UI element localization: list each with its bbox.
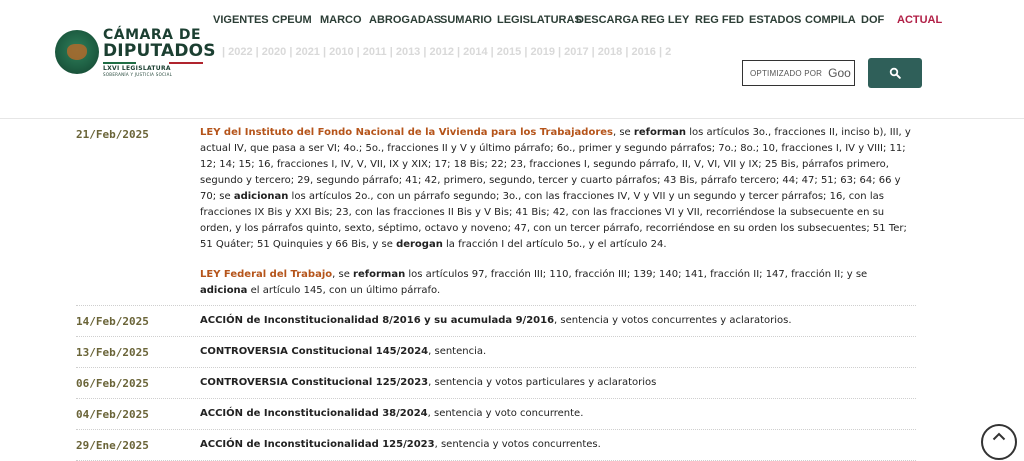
- search-icon: [889, 67, 901, 79]
- entry-title-link[interactable]: ACCIÓN de Inconstitucionalidad 8/2016 y …: [200, 315, 554, 326]
- nav-abrogadas[interactable]: ABROGADAS: [369, 14, 441, 26]
- nav-compila[interactable]: COMPILA: [805, 14, 856, 26]
- keyword-adiciona: adiciona: [200, 285, 248, 296]
- nav-reg-fed[interactable]: REG FED: [695, 14, 744, 26]
- law-link[interactable]: LEY del Instituto del Fondo Nacional de …: [200, 127, 613, 138]
- flag-stripe: [103, 61, 203, 64]
- keyword-reforman: reforman: [633, 127, 687, 138]
- nav-descarga[interactable]: DESCARGA: [576, 14, 639, 26]
- entry-date: 06/Feb/2025: [76, 376, 149, 390]
- nav-legislaturas[interactable]: LEGISLATURAS: [497, 14, 582, 26]
- text-run: la fracción I del artículo 5o., y el art…: [442, 239, 667, 250]
- entry-title-link[interactable]: CONTROVERSIA Constitucional 125/2023: [200, 377, 428, 388]
- entry-description: ACCIÓN de Inconstitucionalidad 38/2024, …: [200, 407, 916, 421]
- text-run: , sentencia y votos particulares y aclar…: [428, 377, 657, 388]
- nav-estados[interactable]: ESTADOS: [749, 14, 801, 26]
- keyword-adicionan: adicionan: [233, 191, 289, 202]
- entry-title-link[interactable]: CONTROVERSIA Constitucional 145/2024: [200, 346, 428, 357]
- list-item: 06/Feb/2025 CONTROVERSIA Constitucional …: [76, 368, 916, 399]
- chevron-up-icon: [992, 432, 1006, 441]
- top-nav: VIGENTES CPEUM MARCO ABROGADAS SUMARIO L…: [200, 14, 942, 28]
- text-run: el artículo 145, con un último párrafo.: [247, 285, 441, 296]
- list-item: 29/Ene/2025 ACCIÓN de Inconstitucionalid…: [76, 430, 916, 461]
- search-button[interactable]: [868, 58, 922, 88]
- entry-date: 21/Feb/2025: [76, 128, 149, 141]
- entry-paragraph-1: LEY del Instituto del Fondo Nacional de …: [200, 125, 916, 253]
- years-strip: | 2022 | 2020 | 2021 | 2010 | 2011 | 201…: [222, 46, 672, 58]
- logo-text: CÁMARA DE DIPUTADOS LXVI LEGISLATURA SOB…: [103, 28, 216, 77]
- keyword-derogan: derogan: [396, 239, 443, 250]
- list-item: 14/Feb/2025 ACCIÓN de Inconstitucionalid…: [76, 306, 916, 337]
- keyword-reforman: reforman: [353, 269, 406, 280]
- text-run: , sentencia.: [428, 346, 487, 357]
- text-run: , se: [332, 269, 354, 280]
- updates-list: 21/Feb/2025 LEY del Instituto del Fondo …: [76, 122, 916, 461]
- list-item: 13/Feb/2025 CONTROVERSIA Constitucional …: [76, 337, 916, 368]
- camara-diputados-logo[interactable]: CÁMARA DE DIPUTADOS LXVI LEGISLATURA SOB…: [55, 28, 216, 77]
- text-run: los artículos 97, fracción III; 110, fra…: [405, 269, 868, 280]
- entry-title-link[interactable]: ACCIÓN de Inconstitucionalidad 125/2023: [200, 439, 435, 450]
- site-header: CÁMARA DE DIPUTADOS LXVI LEGISLATURA SOB…: [0, 0, 1024, 119]
- entry-date: 04/Feb/2025: [76, 407, 149, 421]
- text-run: , sentencia y voto concurrente.: [427, 408, 584, 419]
- logo-line-3: LXVI LEGISLATURA: [103, 64, 171, 72]
- national-seal-icon: [55, 30, 99, 74]
- logo-line-1: CÁMARA DE: [103, 26, 202, 43]
- list-item: 21/Feb/2025 LEY del Instituto del Fondo …: [76, 122, 916, 306]
- search-brand: Goo: [828, 66, 851, 80]
- scroll-to-top-button[interactable]: [981, 424, 1017, 460]
- nav-dof[interactable]: DOF: [861, 14, 884, 26]
- entry-description: LEY del Instituto del Fondo Nacional de …: [200, 122, 916, 305]
- nav-cpeum[interactable]: CPEUM: [272, 14, 312, 26]
- entry-date: 13/Feb/2025: [76, 345, 149, 359]
- logo-line-4: SOBERANÍA Y JUSTICIA SOCIAL: [103, 71, 173, 77]
- text-run: , se: [612, 127, 634, 138]
- law-link[interactable]: LEY Federal del Trabajo: [200, 269, 332, 280]
- logo-line-2: DIPUTADOS: [103, 40, 216, 61]
- text-run: , sentencia y votos concurrentes y aclar…: [554, 315, 792, 326]
- search-powered-label: OPTIMIZADO POR: [750, 68, 823, 78]
- nav-sumario[interactable]: SUMARIO: [440, 14, 492, 26]
- entry-description: ACCIÓN de Inconstitucionalidad 8/2016 y …: [200, 314, 916, 328]
- nav-vigentes[interactable]: VIGENTES: [213, 14, 269, 26]
- nav-reg-ley[interactable]: REG LEY: [641, 14, 689, 26]
- list-item: 04/Feb/2025 ACCIÓN de Inconstitucionalid…: [76, 399, 916, 430]
- nav-actual[interactable]: ACTUAL: [897, 14, 942, 26]
- entry-date: 14/Feb/2025: [76, 314, 149, 328]
- entry-description: CONTROVERSIA Constitucional 125/2023, se…: [200, 376, 916, 390]
- entry-date: 29/Ene/2025: [76, 438, 149, 452]
- search-input[interactable]: OPTIMIZADO POR Goo: [742, 60, 855, 86]
- entry-paragraph-2: LEY Federal del Trabajo, se reforman los…: [200, 267, 916, 299]
- nav-marco[interactable]: MARCO: [320, 14, 362, 26]
- entry-description: ACCIÓN de Inconstitucionalidad 125/2023,…: [200, 438, 916, 452]
- text-run: , sentencia y votos concurrentes.: [434, 439, 601, 450]
- entry-title-link[interactable]: ACCIÓN de Inconstitucionalidad 38/2024: [200, 408, 428, 419]
- entry-description: CONTROVERSIA Constitucional 145/2024, se…: [200, 345, 916, 359]
